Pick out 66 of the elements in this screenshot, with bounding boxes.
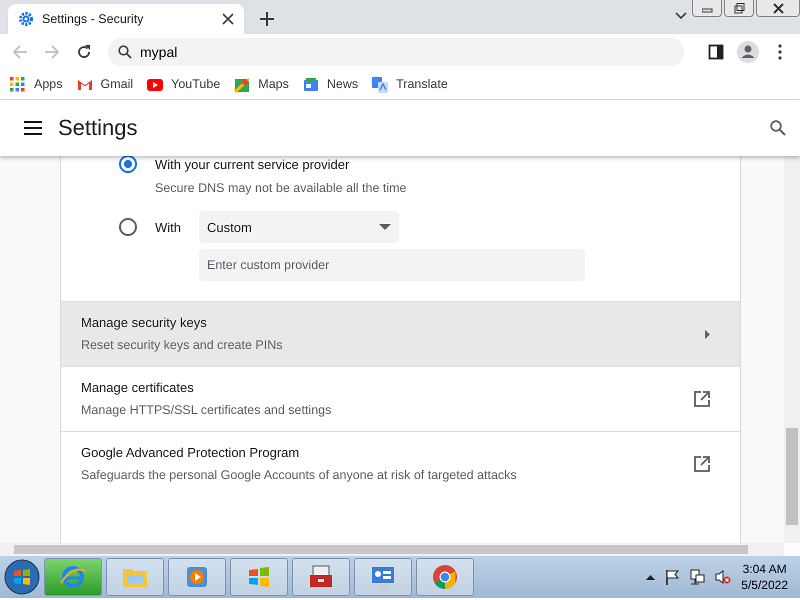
settings-row[interactable]: Manage certificates Manage HTTPS/SSL certificates and settings [61, 366, 740, 431]
address-field[interactable]: mypal [140, 42, 674, 62]
row-subtitle: Safeguards the personal Google Accounts of anyone at risk of targeted attacks [81, 467, 518, 484]
translate-icon [372, 76, 388, 92]
tab-search-icon[interactable] [675, 12, 687, 20]
start-button[interactable] [4, 559, 40, 595]
grid-icon [10, 76, 26, 92]
text-field[interactable]: Enter custom provider [199, 249, 585, 282]
row-subtitle: Reset security keys and create PINs [81, 337, 284, 354]
restore-icon [734, 2, 744, 14]
side-panel-icon[interactable] [708, 44, 724, 60]
option-label: With [155, 218, 181, 236]
menu-icon[interactable] [24, 121, 42, 135]
settings-row[interactable]: Google Advanced Protection Program Safeguards the personal Google Accounts of anyone at risk of targeted attacks [61, 431, 740, 496]
option-description: Secure DNS may not be available all the time [155, 180, 407, 197]
external-link-icon [694, 456, 710, 472]
muted-speaker-icon[interactable] [715, 569, 732, 585]
close-button[interactable] [756, 0, 800, 17]
network-icon[interactable] [689, 569, 706, 585]
row-title: Google Advanced Protection Program [81, 444, 300, 462]
clock-date: 5/5/2022 [741, 577, 788, 594]
restore-button[interactable] [724, 0, 754, 17]
flag-icon[interactable] [665, 569, 680, 585]
horizontal-scrollbar[interactable] [0, 543, 784, 556]
bookmark[interactable]: Apps [10, 75, 62, 94]
newspaper-icon [302, 76, 319, 92]
clock-time: 3:04 AM [742, 560, 788, 577]
gear-icon [18, 11, 34, 27]
close-icon [772, 2, 784, 14]
browser-icon [59, 563, 87, 591]
caret-icon [379, 224, 391, 230]
close-icon[interactable] [222, 13, 234, 25]
row-subtitle: Manage HTTPS/SSL certificates and settings [81, 402, 332, 420]
arrow-right-icon [705, 330, 710, 338]
new-tab-icon[interactable] [260, 12, 274, 26]
search-icon [118, 45, 132, 59]
row-title: Manage certificates [81, 378, 195, 397]
bookmark[interactable]: News [302, 75, 358, 94]
taskbar-button[interactable] [230, 558, 288, 596]
vertical-scrollbar[interactable] [784, 156, 800, 543]
menu-icon[interactable] [778, 44, 782, 60]
radio-button[interactable] [119, 156, 137, 173]
taskbar-button[interactable] [292, 558, 350, 596]
radio-button[interactable] [119, 218, 137, 236]
search-icon[interactable] [770, 120, 786, 136]
bookmark[interactable]: YouTube [147, 75, 220, 94]
page-title: Settings [58, 114, 138, 142]
browser-tab[interactable]: Settings - Security [8, 4, 244, 34]
dropdown[interactable]: Custom [199, 211, 399, 244]
chevron-up-icon[interactable] [646, 574, 656, 580]
taskbar-button[interactable] [354, 558, 412, 596]
taskbar-button[interactable] [416, 558, 474, 596]
bookmark[interactable]: Gmail [76, 75, 134, 94]
minimize-button[interactable] [692, 0, 722, 17]
tab-title: Settings - Security [42, 10, 144, 28]
address-bar[interactable]: mypal [108, 38, 684, 66]
reload-icon[interactable] [76, 44, 92, 60]
external-link-icon [694, 391, 710, 407]
settings-row[interactable]: Manage security keys Reset security keys and create PINs [61, 301, 740, 366]
option-label: With your current service provider [155, 156, 350, 174]
bookmark[interactable]: Translate [372, 75, 448, 94]
play-icon [147, 76, 164, 92]
row-title: Manage security keys [81, 314, 208, 332]
profile-icon[interactable] [737, 41, 759, 63]
bookmark[interactable]: Maps [234, 75, 289, 94]
chrome-icon [431, 563, 459, 591]
